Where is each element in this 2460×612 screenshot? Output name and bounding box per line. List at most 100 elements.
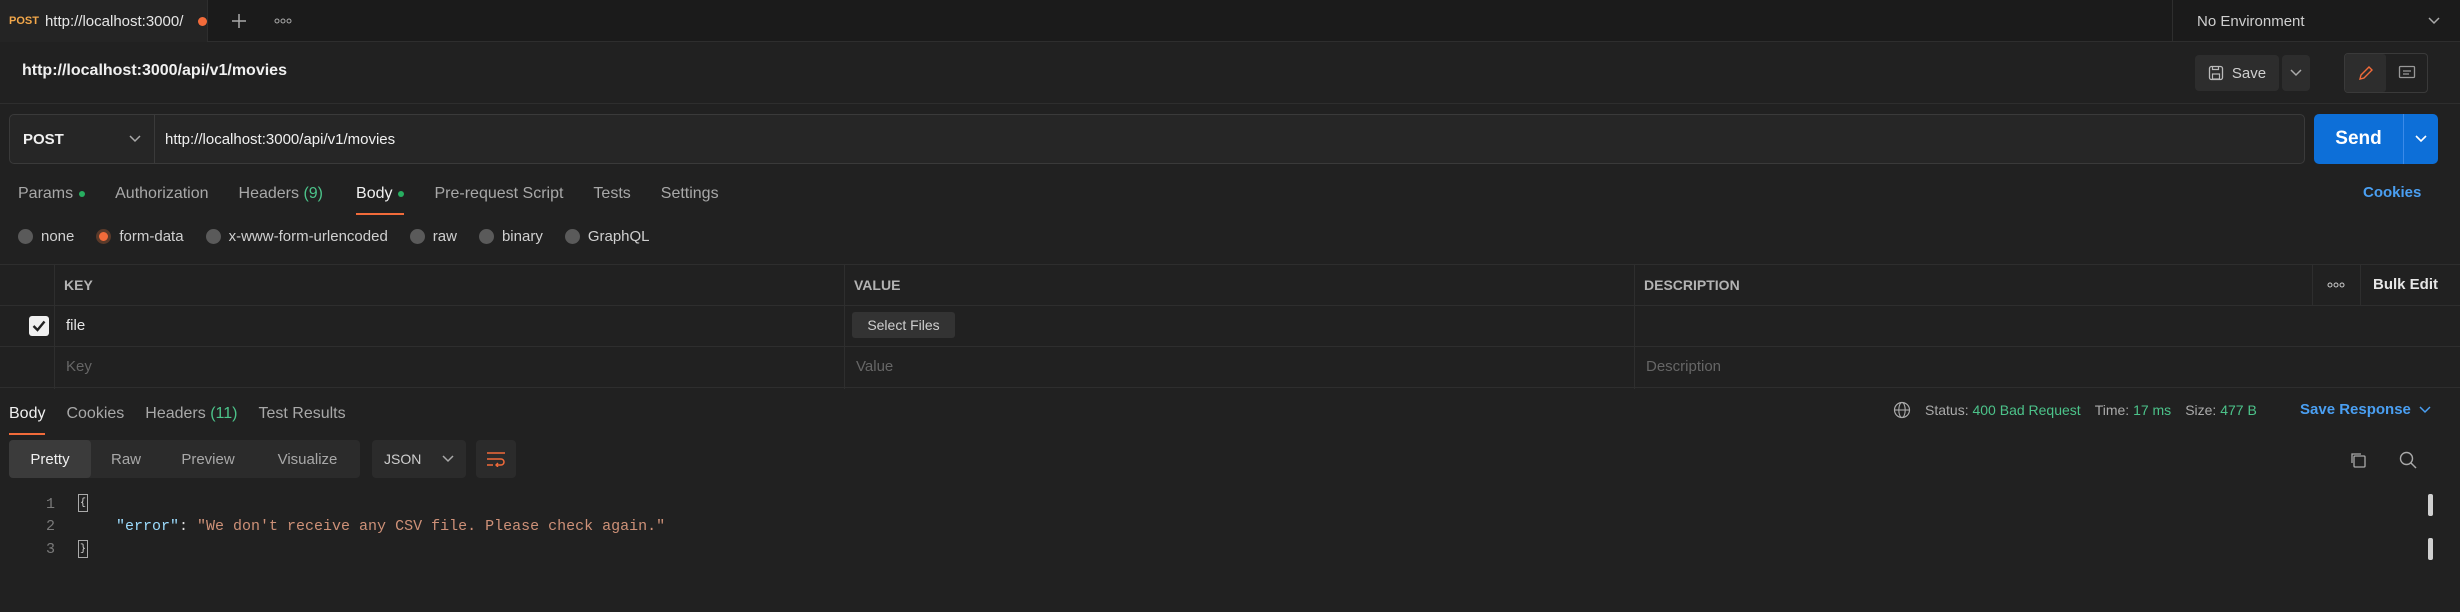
method-select[interactable]: POST xyxy=(10,115,155,163)
time-label: Time: xyxy=(2094,402,2130,418)
view-visualize[interactable]: Visualize xyxy=(255,440,360,478)
column-header-description: DESCRIPTION xyxy=(1644,277,1740,293)
tab-tests-label: Tests xyxy=(593,185,631,202)
radio-raw[interactable]: raw xyxy=(409,228,457,245)
radio-binary[interactable]: binary xyxy=(478,228,543,245)
wrap-lines-button[interactable] xyxy=(476,440,516,478)
cookies-link[interactable]: Cookies xyxy=(2363,184,2421,201)
divider xyxy=(2360,265,2361,305)
value-placeholder[interactable]: Value xyxy=(856,358,893,375)
headers-count: (9) xyxy=(303,185,324,202)
tab-headers[interactable]: Headers (9) xyxy=(239,176,324,212)
comments-button[interactable] xyxy=(2386,54,2427,92)
divider xyxy=(1634,265,1635,389)
unsaved-dot-icon xyxy=(198,16,207,26)
tab-settings[interactable]: Settings xyxy=(661,176,719,212)
line-number: 3 xyxy=(45,541,55,558)
size-label: Size: xyxy=(2185,402,2217,418)
search-icon[interactable] xyxy=(2396,448,2420,472)
response-meta: Status: 400 Bad Request Time: 17 ms Size… xyxy=(1893,401,2257,419)
divider xyxy=(844,265,845,389)
status-label: Status: xyxy=(1925,402,1969,418)
save-options-button[interactable] xyxy=(2282,55,2310,91)
divider xyxy=(0,346,2460,347)
column-header-key: KEY xyxy=(64,277,93,293)
resp-tab-headers-label: Headers xyxy=(145,405,206,422)
divider xyxy=(54,265,55,389)
pencil-icon xyxy=(2358,66,2373,80)
view-raw[interactable]: Raw xyxy=(91,440,161,478)
fold-close-brace-icon[interactable]: } xyxy=(78,540,88,558)
active-dot-icon xyxy=(79,191,86,197)
line-number: 1 xyxy=(45,496,55,513)
code-line: "error": "We don't receive any CSV file.… xyxy=(116,518,665,535)
wrap-lines-icon xyxy=(487,452,505,467)
key-placeholder[interactable]: Key xyxy=(66,358,92,375)
chevron-down-icon xyxy=(442,455,454,463)
radio-graphql-label: GraphQL xyxy=(587,228,650,245)
scrollbar-marker[interactable] xyxy=(2428,494,2433,516)
radio-circle xyxy=(205,229,221,244)
more-tabs-icon[interactable] xyxy=(270,8,296,34)
save-response-button[interactable]: Save Response xyxy=(2300,401,2431,418)
request-title[interactable]: http://localhost:3000/api/v1/movies xyxy=(22,62,287,80)
copy-icon[interactable] xyxy=(2346,448,2370,472)
view-preview[interactable]: Preview xyxy=(161,440,255,478)
bulk-edit-button[interactable]: Bulk Edit xyxy=(2373,276,2438,293)
radio-x-www-form-urlencoded[interactable]: x-www-form-urlencoded xyxy=(205,228,388,245)
format-select[interactable]: JSON xyxy=(372,440,466,478)
edit-mode-button[interactable] xyxy=(2345,54,2386,92)
radio-circle xyxy=(18,229,33,244)
time-info[interactable]: Time: 17 ms xyxy=(2095,402,2172,418)
radio-none-label: none xyxy=(41,228,75,245)
json-colon: : xyxy=(179,518,198,535)
save-button[interactable]: Save xyxy=(2195,55,2279,91)
tab-authorization-label: Authorization xyxy=(115,185,209,202)
row-key-field[interactable]: file xyxy=(66,317,85,334)
resp-headers-count: (11) xyxy=(210,405,238,422)
url-input[interactable]: http://localhost:3000/api/v1/movies xyxy=(165,115,2285,163)
radio-circle xyxy=(478,229,494,244)
fold-open-brace-icon[interactable]: { xyxy=(78,494,88,512)
send-options-button[interactable] xyxy=(2404,114,2438,164)
radio-circle xyxy=(564,229,580,244)
tab-authorization[interactable]: Authorization xyxy=(115,176,208,212)
send-button[interactable]: Send xyxy=(2314,114,2404,164)
status-info[interactable]: Status: 400 Bad Request xyxy=(1925,402,2081,418)
request-tabs: Params Authorization Headers (9) Body Pr… xyxy=(0,176,719,215)
chevron-down-icon xyxy=(2290,69,2302,77)
divider xyxy=(2312,265,2313,305)
resp-tab-test-results[interactable]: Test Results xyxy=(258,396,345,432)
globe-icon[interactable] xyxy=(1893,401,1911,419)
tab-params[interactable]: Params xyxy=(18,176,86,212)
radio-graphql[interactable]: GraphQL xyxy=(564,228,650,245)
request-tab[interactable]: POST http://localhost:3000/ xyxy=(0,0,208,42)
tab-pre-request-label: Pre-request Script xyxy=(434,185,564,202)
active-dot-icon xyxy=(398,191,405,197)
scrollbar-marker[interactable] xyxy=(2428,538,2433,560)
resp-tab-cookies[interactable]: Cookies xyxy=(66,396,124,432)
tab-pre-request-script[interactable]: Pre-request Script xyxy=(434,176,563,212)
resp-tab-body-label: Body xyxy=(9,405,46,422)
table-options-icon[interactable] xyxy=(2322,275,2350,295)
tab-body[interactable]: Body xyxy=(356,176,405,215)
chevron-down-icon xyxy=(2415,135,2427,143)
environment-select[interactable]: No Environment xyxy=(2172,0,2460,42)
radio-none[interactable]: none xyxy=(18,228,74,245)
request-header: http://localhost:3000/api/v1/movies Save xyxy=(0,42,2460,104)
view-pretty[interactable]: Pretty xyxy=(9,440,91,478)
radio-form-data[interactable]: form-data xyxy=(96,228,184,245)
resp-tab-headers[interactable]: Headers (11) xyxy=(145,396,237,432)
tab-tests[interactable]: Tests xyxy=(593,176,630,212)
row-enabled-checkbox[interactable] xyxy=(29,316,49,336)
new-tab-plus-icon[interactable] xyxy=(226,8,252,34)
send-button-group: Send xyxy=(2314,114,2438,164)
size-info[interactable]: Size: 477 B xyxy=(2185,402,2257,418)
tab-title: http://localhost:3000/ xyxy=(44,12,184,30)
radio-raw-label: raw xyxy=(432,228,457,245)
checkmark-icon xyxy=(32,320,46,332)
description-placeholder[interactable]: Description xyxy=(1646,358,1721,375)
select-files-button[interactable]: Select Files xyxy=(852,312,955,338)
resp-tab-body[interactable]: Body xyxy=(9,396,46,435)
tab-headers-label: Headers xyxy=(238,185,299,202)
